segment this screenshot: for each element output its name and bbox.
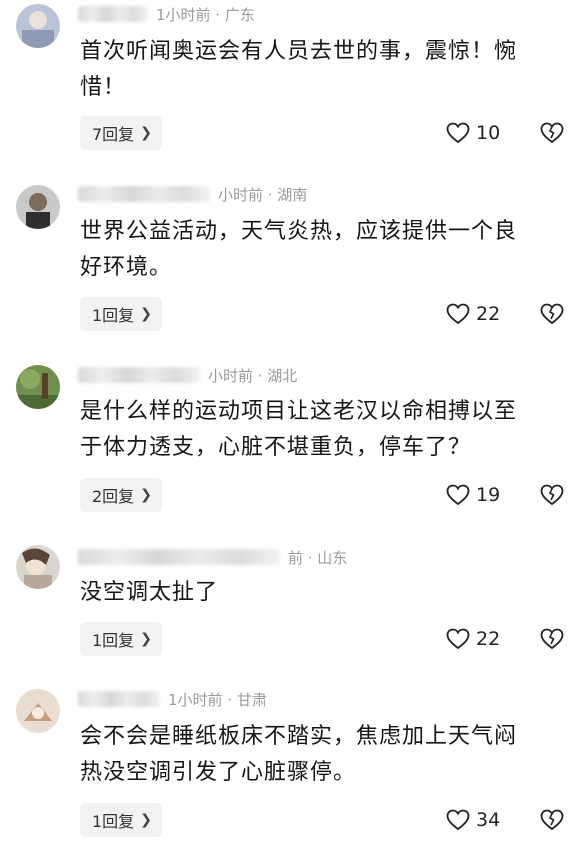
comment-text: 是什么样的运动项目让这老汉以命相搏以至 于体力透支，心脏不堪重负，停车了？: [80, 394, 570, 466]
avatar-image: [16, 365, 60, 409]
username-blurred[interactable]: [78, 691, 160, 707]
like-button[interactable]: 34: [446, 803, 500, 837]
comment-text-line: 会不会是睡纸板床不踏实，焦虑加上天气闷: [80, 724, 518, 749]
like-count: 22: [476, 303, 501, 325]
comment-text-line: 首次听闻奥运会有人员去世的事，震惊！惋: [80, 39, 518, 64]
avatar-image: [16, 545, 60, 589]
broken-heart-icon: [540, 303, 564, 325]
reply-count-button[interactable]: 1回复 ❯: [80, 622, 162, 656]
comment-text-line: 好环境。: [80, 255, 173, 280]
reply-count-label: 1回复: [92, 306, 135, 325]
like-button[interactable]: 22: [446, 622, 500, 656]
chevron-right-icon: ❯: [140, 306, 152, 322]
comment-time-location: 小时前 · 湖南: [218, 185, 308, 204]
broken-heart-icon: [540, 484, 564, 506]
comment-meta: 1小时前 · 广东: [78, 3, 255, 25]
username-blurred[interactable]: [78, 367, 200, 383]
username-blurred[interactable]: [78, 549, 280, 565]
broken-heart-icon: [540, 809, 564, 831]
comment-text: 世界公益活动，天气炎热，应该提供一个良 好环境。: [80, 214, 570, 286]
comment-text: 没空调太扯了: [80, 575, 570, 611]
heart-outline-icon: [446, 484, 470, 506]
reply-count-button[interactable]: 7回复 ❯: [80, 116, 162, 150]
like-button[interactable]: 22: [446, 297, 500, 331]
comment-text-line: 世界公益活动，天气炎热，应该提供一个良: [80, 219, 518, 244]
username-blurred[interactable]: [78, 6, 148, 22]
like-count: 10: [476, 122, 501, 144]
reply-count-label: 1回复: [92, 631, 135, 650]
like-count: 22: [476, 628, 501, 650]
comment-text-line: 于体力透支，心脏不堪重负，停车了？: [80, 435, 472, 460]
comment-text: 首次听闻奥运会有人员去世的事，震惊！惋 惜！: [80, 34, 570, 106]
comment-text-line: 是什么样的运动项目让这老汉以命相搏以至: [80, 399, 518, 424]
comment-meta: 小时前 · 湖南: [78, 183, 307, 205]
comment-text-line: 热没空调引发了心脏骤停。: [80, 760, 357, 785]
comment-text: 会不会是睡纸板床不踏实，焦虑加上天气闷 热没空调引发了心脏骤停。: [80, 719, 570, 791]
dislike-button[interactable]: [540, 803, 564, 837]
reply-count-button[interactable]: 1回复 ❯: [80, 803, 162, 837]
dislike-button[interactable]: [540, 116, 564, 150]
avatar[interactable]: [16, 689, 60, 733]
heart-outline-icon: [446, 628, 470, 650]
comment-time-location: 1小时前 · 甘肃: [168, 690, 267, 709]
heart-outline-icon: [446, 303, 470, 325]
dislike-button[interactable]: [540, 478, 564, 512]
like-button[interactable]: 10: [446, 116, 500, 150]
reply-count-button[interactable]: 1回复 ❯: [80, 297, 162, 331]
broken-heart-icon: [540, 122, 564, 144]
heart-outline-icon: [446, 122, 470, 144]
comment-time-location: 小时前 · 湖北: [208, 366, 298, 385]
like-count: 19: [476, 484, 501, 506]
broken-heart-icon: [540, 628, 564, 650]
comment-meta: 1小时前 · 甘肃: [78, 688, 267, 710]
avatar-image: [16, 4, 60, 48]
reply-count-label: 1回复: [92, 812, 135, 831]
comment-text-line: 惜！: [80, 75, 127, 100]
heart-outline-icon: [446, 809, 470, 831]
dislike-button[interactable]: [540, 297, 564, 331]
comment-meta: 小时前 · 湖北: [78, 364, 297, 386]
reply-count-button[interactable]: 2回复 ❯: [80, 478, 162, 512]
reply-count-label: 7回复: [92, 125, 135, 144]
chevron-right-icon: ❯: [140, 487, 152, 503]
avatar-image: [16, 689, 60, 733]
avatar[interactable]: [16, 365, 60, 409]
chevron-right-icon: ❯: [140, 125, 152, 141]
dislike-button[interactable]: [540, 622, 564, 656]
comment-meta: 前 · 山东: [78, 546, 347, 568]
avatar[interactable]: [16, 545, 60, 589]
chevron-right-icon: ❯: [140, 631, 152, 647]
like-button[interactable]: 19: [446, 478, 500, 512]
like-count: 34: [476, 809, 501, 831]
avatar[interactable]: [16, 4, 60, 48]
avatar-image: [16, 185, 60, 229]
comment-time-location: 1小时前 · 广东: [156, 5, 255, 24]
username-blurred[interactable]: [78, 186, 210, 202]
reply-count-label: 2回复: [92, 487, 135, 506]
comment-time-location: 前 · 山东: [288, 548, 348, 567]
avatar[interactable]: [16, 185, 60, 229]
comment-text-line: 没空调太扯了: [80, 580, 219, 605]
chevron-right-icon: ❯: [140, 812, 152, 828]
